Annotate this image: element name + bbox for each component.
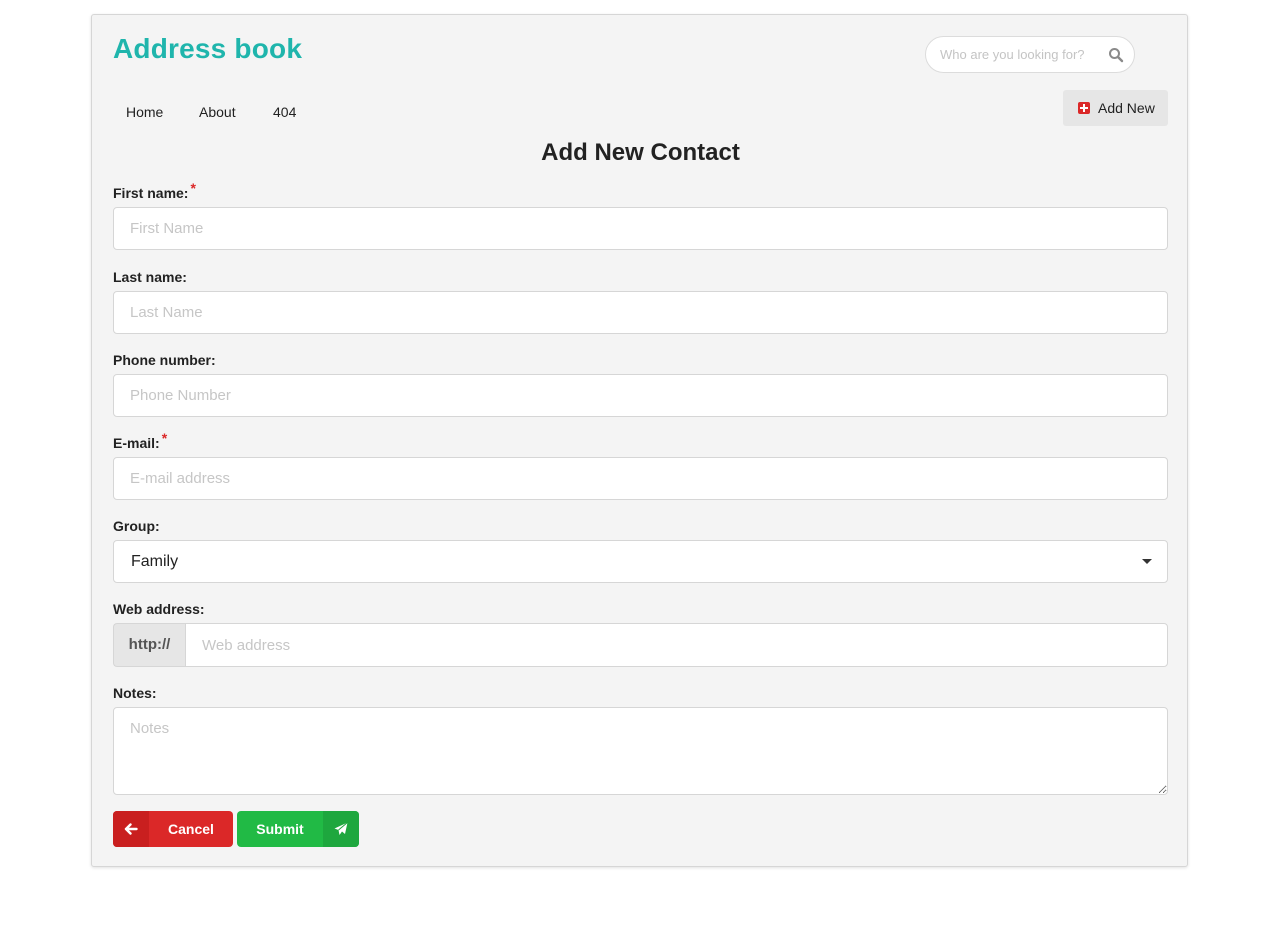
- page-title: Add New Contact: [541, 139, 740, 166]
- notes-textarea[interactable]: [113, 707, 1168, 795]
- add-new-button[interactable]: Add New: [1063, 90, 1168, 126]
- web-address-group: http://: [113, 623, 1168, 667]
- submit-label: Submit: [256, 821, 304, 837]
- cancel-label: Cancel: [168, 821, 214, 837]
- email-label: E-mail: *: [113, 430, 167, 451]
- nav-item-home[interactable]: Home: [126, 97, 163, 127]
- group-label: Group:: [113, 518, 160, 534]
- main-panel: Address book Home About 404 Add New Add …: [91, 14, 1188, 867]
- required-marker: *: [161, 430, 168, 446]
- search-box[interactable]: [925, 36, 1135, 73]
- nav-item-404[interactable]: 404: [273, 97, 296, 127]
- plus-square-icon: [1078, 102, 1090, 114]
- first-name-input[interactable]: [113, 207, 1168, 250]
- first-name-label-text: First name:: [113, 185, 189, 201]
- group-select[interactable]: Family: [113, 540, 1168, 583]
- submit-button[interactable]: Submit: [237, 811, 359, 847]
- email-label-text: E-mail:: [113, 435, 160, 451]
- add-new-label: Add New: [1098, 100, 1155, 116]
- paper-plane-icon: [323, 811, 359, 847]
- app-title[interactable]: Address book: [113, 33, 302, 65]
- group-selected-value: Family: [131, 553, 179, 570]
- web-address-label: Web address:: [113, 601, 205, 617]
- arrow-left-icon: [113, 811, 149, 847]
- search-input[interactable]: [940, 37, 1100, 72]
- web-address-input[interactable]: [185, 623, 1168, 667]
- notes-label: Notes:: [113, 685, 157, 701]
- cancel-button[interactable]: Cancel: [113, 811, 233, 847]
- caret-down-icon: [1142, 559, 1152, 564]
- last-name-label: Last name:: [113, 269, 187, 285]
- phone-label: Phone number:: [113, 352, 216, 368]
- search-icon[interactable]: [1108, 47, 1124, 63]
- first-name-label: First name: *: [113, 180, 196, 201]
- nav-item-about[interactable]: About: [199, 97, 236, 127]
- last-name-input[interactable]: [113, 291, 1168, 334]
- url-prefix: http://: [113, 623, 185, 667]
- phone-input[interactable]: [113, 374, 1168, 417]
- email-input[interactable]: [113, 457, 1168, 500]
- required-marker: *: [190, 180, 196, 196]
